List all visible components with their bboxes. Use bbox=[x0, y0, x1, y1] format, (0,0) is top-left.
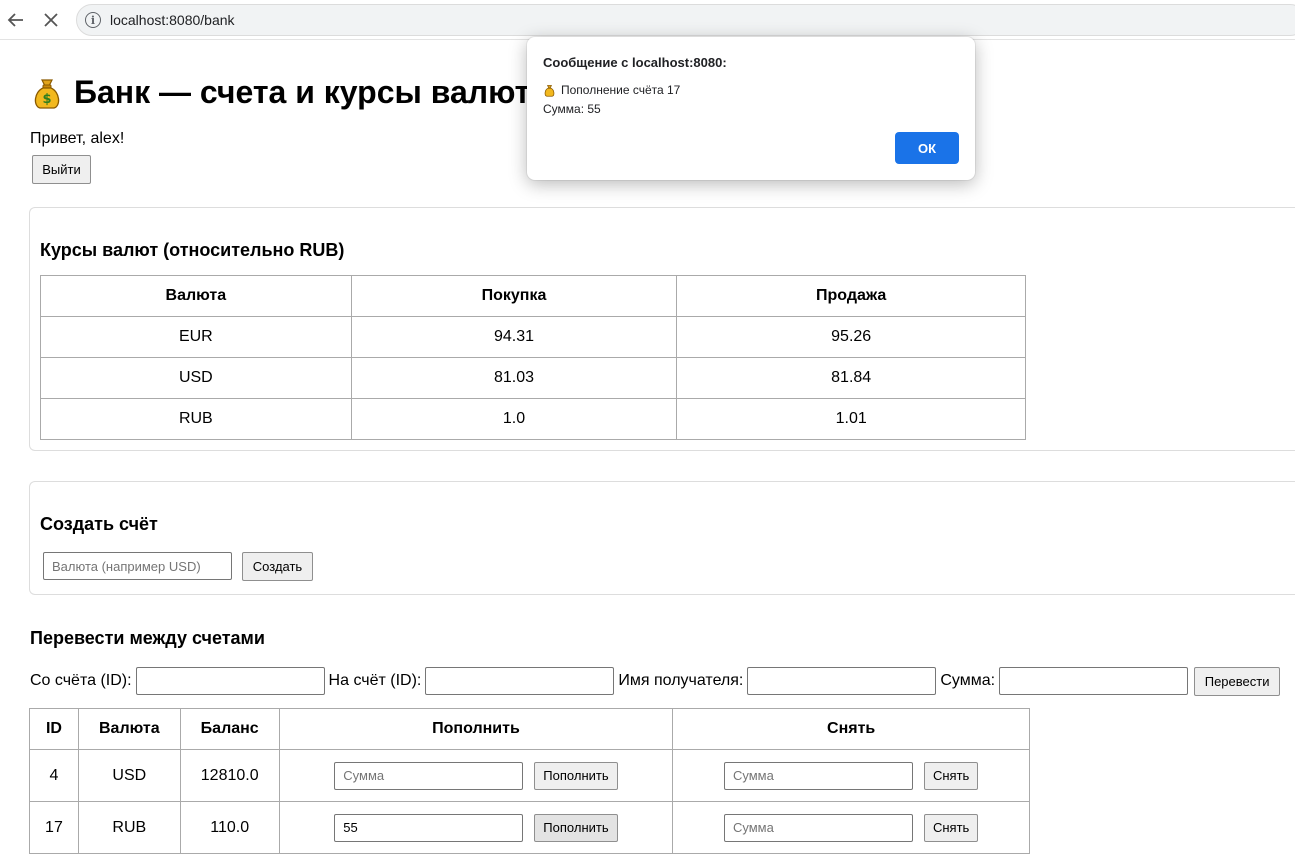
transfer-amount-label: Сумма: bbox=[940, 672, 996, 689]
alert-dialog: Сообщение с localhost:8080: Пополнение с… bbox=[527, 37, 975, 180]
dialog-message-line2: Сумма: 55 bbox=[543, 102, 601, 116]
buy-rate-cell: 1.0 bbox=[350, 398, 678, 440]
currency-cell: RUB bbox=[40, 398, 352, 440]
sell-rate-cell: 81.84 bbox=[676, 357, 1026, 399]
create-account-heading: Создать счёт bbox=[40, 514, 158, 534]
currency-input[interactable] bbox=[43, 552, 232, 580]
table-row: EUR 94.31 95.26 bbox=[40, 316, 1026, 358]
transfer-amount-input[interactable] bbox=[999, 667, 1189, 695]
column-header: Баланс bbox=[179, 708, 280, 750]
from-account-label: Со счёта (ID): bbox=[30, 672, 132, 689]
deposit-amount-input[interactable] bbox=[334, 813, 524, 842]
table-row: RUB 1.0 1.01 bbox=[40, 398, 1026, 440]
recipient-name-label: Имя получателя: bbox=[618, 672, 744, 689]
recipient-name-input[interactable] bbox=[747, 667, 937, 695]
account-currency-cell: RUB bbox=[77, 801, 181, 854]
column-header: Валюта bbox=[40, 275, 352, 317]
dialog-title: Сообщение с localhost:8080: bbox=[543, 55, 727, 70]
browser-toolbar: i localhost:8080/bank bbox=[0, 0, 1295, 40]
column-header: Пополнить bbox=[278, 708, 674, 750]
withdraw-cell: Снять bbox=[672, 801, 1030, 854]
column-header: Продажа bbox=[676, 275, 1026, 317]
buy-rate-cell: 81.03 bbox=[350, 357, 678, 399]
accounts-table: ID Валюта Баланс Пополнить Снять 4 USD 1… bbox=[29, 708, 1030, 854]
currency-cell: USD bbox=[40, 357, 352, 399]
transfer-form: Со счёта (ID): На счёт (ID): Имя получат… bbox=[30, 666, 1281, 696]
withdraw-amount-input[interactable] bbox=[723, 761, 913, 790]
ok-button[interactable]: ОК bbox=[895, 132, 959, 164]
info-icon[interactable]: i bbox=[85, 12, 101, 28]
url-text[interactable]: localhost:8080/bank bbox=[110, 12, 235, 28]
transfer-button[interactable]: Перевести bbox=[1194, 666, 1281, 696]
transfer-heading: Перевести между счетами bbox=[30, 628, 265, 648]
sell-rate-cell: 1.01 bbox=[676, 398, 1026, 440]
deposit-amount-input[interactable] bbox=[334, 761, 524, 790]
page-title-text: Банк — счета и курсы валют bbox=[74, 74, 531, 110]
to-account-label: На счёт (ID): bbox=[328, 672, 422, 689]
dialog-message-line1: Пополнение счёта 17 bbox=[543, 83, 680, 97]
withdraw-button[interactable]: Снять bbox=[923, 813, 979, 842]
logout-button[interactable]: Выйти bbox=[32, 155, 91, 184]
accounts-header-row: ID Валюта Баланс Пополнить Снять bbox=[29, 708, 1030, 750]
rates-header-row: Валюта Покупка Продажа bbox=[40, 275, 1026, 317]
column-header: ID bbox=[29, 708, 79, 750]
page-title: $ Банк — счета и курсы валют bbox=[30, 74, 530, 111]
account-currency-cell: USD bbox=[77, 749, 181, 802]
address-bar[interactable]: i localhost:8080/bank bbox=[76, 4, 1295, 36]
from-account-input[interactable] bbox=[135, 667, 325, 695]
money-bag-icon: $ bbox=[34, 78, 60, 109]
deposit-button[interactable]: Пополнить bbox=[534, 761, 618, 790]
account-balance-cell: 12810.0 bbox=[179, 749, 280, 802]
currency-cell: EUR bbox=[40, 316, 352, 358]
account-id-cell: 4 bbox=[29, 749, 79, 802]
column-header: Валюта bbox=[77, 708, 181, 750]
svg-text:$: $ bbox=[42, 92, 51, 107]
account-id-cell: 17 bbox=[29, 801, 79, 854]
deposit-cell: Пополнить bbox=[278, 749, 674, 802]
deposit-cell: Пополнить bbox=[278, 801, 674, 854]
rates-heading: Курсы валют (относительно RUB) bbox=[40, 240, 345, 260]
withdraw-amount-input[interactable] bbox=[723, 813, 913, 842]
dialog-message-text: Пополнение счёта 17 bbox=[561, 83, 681, 97]
sell-rate-cell: 95.26 bbox=[676, 316, 1026, 358]
deposit-button[interactable]: Пополнить bbox=[534, 813, 618, 842]
withdraw-cell: Снять bbox=[672, 749, 1030, 802]
money-bag-icon bbox=[544, 84, 555, 97]
greeting-text: Привет, alex! bbox=[30, 130, 125, 147]
table-row: 4 USD 12810.0 Пополнить Снять bbox=[29, 749, 1030, 802]
account-balance-cell: 110.0 bbox=[179, 801, 280, 854]
column-header: Снять bbox=[672, 708, 1030, 750]
arrow-left-icon[interactable] bbox=[2, 6, 30, 34]
table-row: USD 81.03 81.84 bbox=[40, 357, 1026, 399]
create-account-button[interactable]: Создать bbox=[242, 552, 313, 581]
close-icon[interactable] bbox=[37, 6, 65, 34]
withdraw-button[interactable]: Снять bbox=[923, 761, 979, 790]
buy-rate-cell: 94.31 bbox=[350, 316, 678, 358]
column-header: Покупка bbox=[350, 275, 678, 317]
table-row: 17 RUB 110.0 Пополнить Снять bbox=[29, 801, 1030, 854]
rates-table: Валюта Покупка Продажа EUR 94.31 95.26 U… bbox=[40, 275, 1026, 440]
to-account-input[interactable] bbox=[425, 667, 615, 695]
